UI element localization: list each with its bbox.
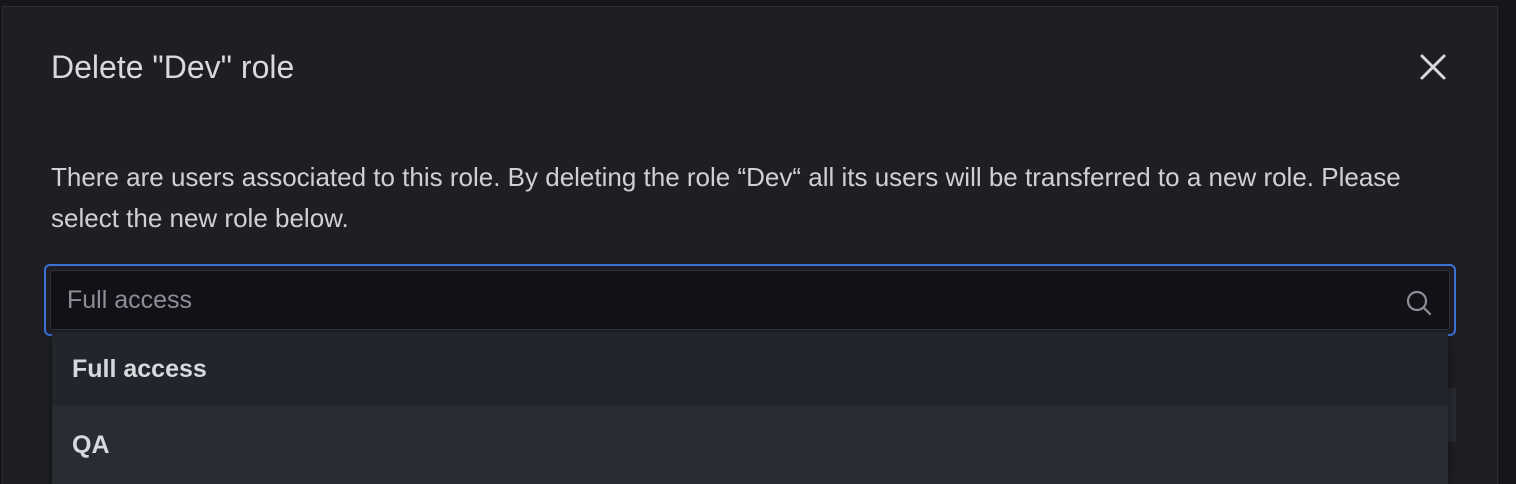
dropdown-option-full-access[interactable]: Full access bbox=[52, 332, 1448, 406]
close-button[interactable] bbox=[1415, 49, 1451, 85]
role-search-input[interactable] bbox=[67, 271, 1367, 329]
option-label: QA bbox=[72, 430, 110, 459]
dropdown-option-qa[interactable]: QA bbox=[52, 406, 1448, 484]
background-element bbox=[1448, 388, 1456, 442]
close-icon bbox=[1420, 54, 1446, 80]
modal-description: There are users associated to this role.… bbox=[51, 162, 1401, 233]
role-select[interactable] bbox=[44, 264, 1456, 336]
option-label: Full access bbox=[72, 354, 207, 383]
role-dropdown-menu: Full access QA bbox=[52, 332, 1448, 484]
search-icon bbox=[1406, 290, 1432, 316]
role-select-field[interactable] bbox=[50, 270, 1450, 330]
modal-title: Delete "Dev" role bbox=[51, 49, 295, 85]
